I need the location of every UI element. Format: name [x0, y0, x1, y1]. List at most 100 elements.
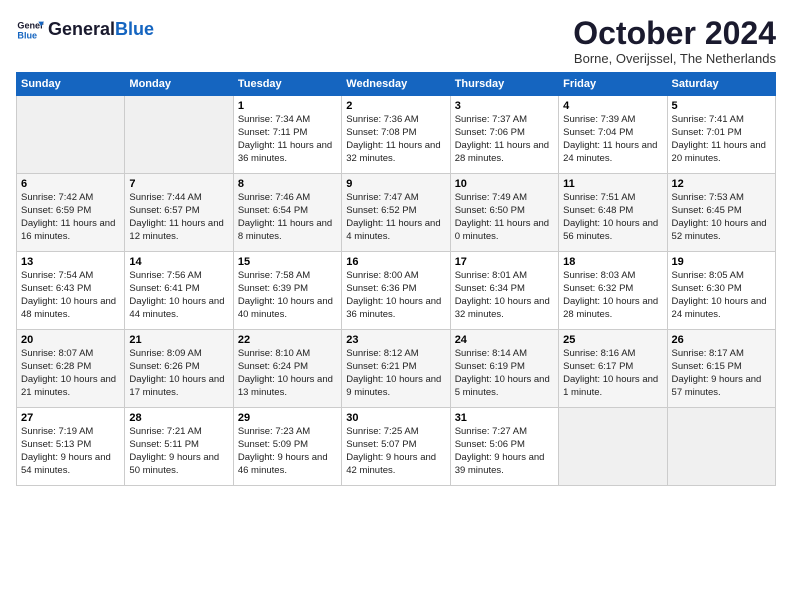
day-info: Sunrise: 7:54 AMSunset: 6:43 PMDaylight:…	[21, 270, 120, 321]
calendar-cell: 22 Sunrise: 8:10 AMSunset: 6:24 PMDayligh…	[233, 330, 341, 408]
calendar-cell: 14Sunrise: 7:56 AMSunset: 6:41 PMDayligh…	[125, 252, 233, 330]
day-number: 12	[672, 178, 771, 190]
calendar-cell: 7Sunrise: 7:44 AMSunset: 6:57 PMDaylight…	[125, 174, 233, 252]
col-header-wednesday: Wednesday	[342, 73, 450, 96]
week-row-1: 1Sunrise: 7:34 AMSunset: 7:11 PMDaylight…	[17, 96, 776, 174]
calendar-cell	[17, 96, 125, 174]
day-number: 11	[563, 178, 662, 190]
day-info: Sunrise: 8:07 AMSunset: 6:28 PMDaylight:…	[21, 348, 120, 399]
title-block: October 2024 Borne, Overijssel, The Neth…	[573, 16, 776, 66]
week-row-5: 27Sunrise: 7:19 AMSunset: 5:13 PMDayligh…	[17, 408, 776, 486]
day-info: Sunrise: 7:42 AMSunset: 6:59 PMDaylight:…	[21, 192, 120, 243]
day-info: Sunrise: 7:47 AMSunset: 6:52 PMDaylight:…	[346, 192, 445, 243]
day-info: Sunrise: 7:56 AMSunset: 6:41 PMDaylight:…	[129, 270, 228, 321]
day-number: 23	[346, 334, 445, 346]
logo-text-line1: GeneralBlue	[48, 20, 154, 40]
calendar-cell: 13 Sunrise: 7:54 AMSunset: 6:43 PMDayligh…	[17, 252, 125, 330]
calendar-cell: 30 Sunrise: 7:25 AMSunset: 5:07 PMDayligh…	[342, 408, 450, 486]
calendar-cell: 31 Sunrise: 7:27 AMSunset: 5:06 PMDayligh…	[450, 408, 558, 486]
calendar-cell: 15Sunrise: 7:58 AMSunset: 6:39 PMDayligh…	[233, 252, 341, 330]
day-info: Sunrise: 8:16 AMSunset: 6:17 PMDaylight:…	[563, 348, 662, 399]
day-number: 26	[672, 334, 771, 346]
day-number: 2	[346, 100, 445, 112]
subtitle: Borne, Overijssel, The Netherlands	[573, 51, 776, 66]
logo-icon: General Blue	[16, 16, 44, 44]
day-info: Sunrise: 8:05 AMSunset: 6:30 PMDaylight:…	[672, 270, 771, 321]
col-header-thursday: Thursday	[450, 73, 558, 96]
calendar-cell: 16 Sunrise: 8:00 AMSunset: 6:36 PMDayligh…	[342, 252, 450, 330]
calendar-cell: 20 Sunrise: 8:07 AMSunset: 6:28 PMDayligh…	[17, 330, 125, 408]
day-info: Sunrise: 8:00 AMSunset: 6:36 PMDaylight:…	[346, 270, 445, 321]
calendar-cell: 10Sunrise: 7:49 AMSunset: 6:50 PMDayligh…	[450, 174, 558, 252]
day-info: Sunrise: 7:53 AMSunset: 6:45 PMDaylight:…	[672, 192, 771, 243]
day-number: 27	[21, 412, 120, 424]
day-number: 9	[346, 178, 445, 190]
logo: General Blue GeneralBlue	[16, 16, 154, 44]
day-number: 17	[455, 256, 554, 268]
day-info: Sunrise: 7:41 AMSunset: 7:01 PMDaylight:…	[672, 114, 771, 165]
col-header-monday: Monday	[125, 73, 233, 96]
col-header-friday: Friday	[559, 73, 667, 96]
calendar-container: General Blue GeneralBlue October 2024 Bo…	[0, 0, 792, 494]
day-number: 21	[129, 334, 228, 346]
header-row: SundayMondayTuesdayWednesdayThursdayFrid…	[17, 73, 776, 96]
calendar-cell: 25Sunrise: 8:16 AMSunset: 6:17 PMDayligh…	[559, 330, 667, 408]
calendar-cell: 12 Sunrise: 7:53 AMSunset: 6:45 PMDayligh…	[667, 174, 775, 252]
day-info: Sunrise: 7:21 AMSunset: 5:11 PMDaylight:…	[129, 426, 228, 477]
day-info: Sunrise: 7:46 AMSunset: 6:54 PMDaylight:…	[238, 192, 337, 243]
calendar-cell: 19Sunrise: 8:05 AMSunset: 6:30 PMDayligh…	[667, 252, 775, 330]
day-number: 8	[238, 178, 337, 190]
calendar-cell: 9 Sunrise: 7:47 AMSunset: 6:52 PMDaylight…	[342, 174, 450, 252]
day-info: Sunrise: 7:39 AMSunset: 7:04 PMDaylight:…	[563, 114, 662, 165]
calendar-cell: 11 Sunrise: 7:51 AMSunset: 6:48 PMDayligh…	[559, 174, 667, 252]
day-number: 15	[238, 256, 337, 268]
week-row-2: 6 Sunrise: 7:42 AMSunset: 6:59 PMDaylight…	[17, 174, 776, 252]
day-number: 16	[346, 256, 445, 268]
svg-text:Blue: Blue	[17, 30, 37, 40]
calendar-cell: 18Sunrise: 8:03 AMSunset: 6:32 PMDayligh…	[559, 252, 667, 330]
calendar-table: SundayMondayTuesdayWednesdayThursdayFrid…	[16, 72, 776, 486]
week-row-3: 13 Sunrise: 7:54 AMSunset: 6:43 PMDayligh…	[17, 252, 776, 330]
calendar-cell: 8 Sunrise: 7:46 AMSunset: 6:54 PMDaylight…	[233, 174, 341, 252]
calendar-cell: 28 Sunrise: 7:21 AMSunset: 5:11 PMDayligh…	[125, 408, 233, 486]
day-info: Sunrise: 7:36 AMSunset: 7:08 PMDaylight:…	[346, 114, 445, 165]
day-info: Sunrise: 8:14 AMSunset: 6:19 PMDaylight:…	[455, 348, 554, 399]
month-title: October 2024	[573, 16, 776, 51]
day-info: Sunrise: 7:37 AMSunset: 7:06 PMDaylight:…	[455, 114, 554, 165]
day-number: 10	[455, 178, 554, 190]
col-header-sunday: Sunday	[17, 73, 125, 96]
day-number: 3	[455, 100, 554, 112]
day-number: 13	[21, 256, 120, 268]
day-number: 4	[563, 100, 662, 112]
day-info: Sunrise: 7:51 AMSunset: 6:48 PMDaylight:…	[563, 192, 662, 243]
day-number: 20	[21, 334, 120, 346]
day-info: Sunrise: 8:09 AMSunset: 6:26 PMDaylight:…	[129, 348, 228, 399]
day-number: 31	[455, 412, 554, 424]
day-info: Sunrise: 7:23 AMSunset: 5:09 PMDaylight:…	[238, 426, 337, 477]
day-info: Sunrise: 8:10 AMSunset: 6:24 PMDaylight:…	[238, 348, 337, 399]
calendar-cell: 26 Sunrise: 8:17 AMSunset: 6:15 PMDayligh…	[667, 330, 775, 408]
calendar-cell: 21 Sunrise: 8:09 AMSunset: 6:26 PMDayligh…	[125, 330, 233, 408]
header: General Blue GeneralBlue October 2024 Bo…	[16, 16, 776, 66]
day-info: Sunrise: 7:27 AMSunset: 5:06 PMDaylight:…	[455, 426, 554, 477]
calendar-cell: 17Sunrise: 8:01 AMSunset: 6:34 PMDayligh…	[450, 252, 558, 330]
calendar-cell	[559, 408, 667, 486]
day-info: Sunrise: 7:25 AMSunset: 5:07 PMDaylight:…	[346, 426, 445, 477]
day-number: 6	[21, 178, 120, 190]
calendar-cell: 27Sunrise: 7:19 AMSunset: 5:13 PMDayligh…	[17, 408, 125, 486]
day-info: Sunrise: 7:34 AMSunset: 7:11 PMDaylight:…	[238, 114, 337, 165]
calendar-cell	[125, 96, 233, 174]
day-number: 22	[238, 334, 337, 346]
day-number: 28	[129, 412, 228, 424]
day-number: 5	[672, 100, 771, 112]
calendar-cell: 1Sunrise: 7:34 AMSunset: 7:11 PMDaylight…	[233, 96, 341, 174]
col-header-tuesday: Tuesday	[233, 73, 341, 96]
day-info: Sunrise: 8:17 AMSunset: 6:15 PMDaylight:…	[672, 348, 771, 399]
calendar-cell: 6 Sunrise: 7:42 AMSunset: 6:59 PMDaylight…	[17, 174, 125, 252]
day-number: 30	[346, 412, 445, 424]
day-info: Sunrise: 8:03 AMSunset: 6:32 PMDaylight:…	[563, 270, 662, 321]
week-row-4: 20 Sunrise: 8:07 AMSunset: 6:28 PMDayligh…	[17, 330, 776, 408]
day-number: 24	[455, 334, 554, 346]
day-number: 29	[238, 412, 337, 424]
calendar-cell: 29 Sunrise: 7:23 AMSunset: 5:09 PMDayligh…	[233, 408, 341, 486]
